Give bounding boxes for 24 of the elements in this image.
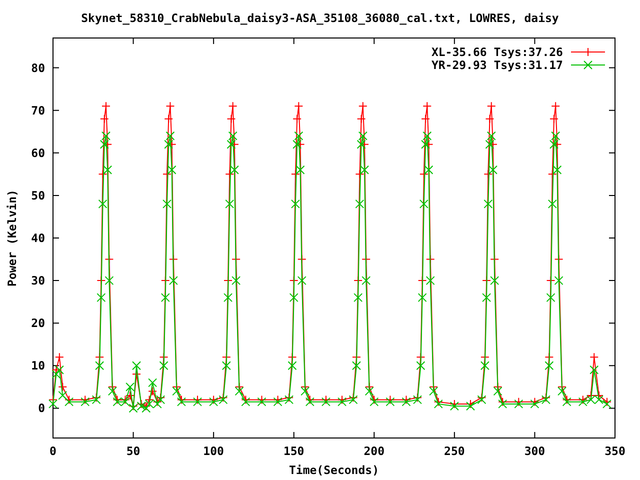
- x-tick-label: 50: [126, 444, 140, 458]
- y-axis-label: Power (Kelvin): [5, 190, 19, 286]
- y-tick-label: 0: [38, 401, 45, 416]
- x-axis-label: Time(Seconds): [289, 463, 379, 477]
- x-tick-label: 0: [50, 444, 56, 458]
- legend-label: YR-29.93 Tsys:31.17: [431, 58, 563, 72]
- x-tick-label: 100: [203, 444, 224, 458]
- y-tick-label: 30: [31, 274, 45, 288]
- legend-label: XL-35.66 Tsys:37.26: [431, 45, 563, 59]
- y-tick-label: 20: [31, 316, 45, 330]
- legend-line-icon: [570, 60, 606, 70]
- y-tick-label: 70: [31, 103, 45, 118]
- y-tick-label: 60: [31, 146, 45, 160]
- chart-title: Skynet_58310_CrabNebula_daisy3-ASA_35108_36080_cal.txt, LOWRES, daisy: [81, 11, 559, 25]
- x-tick-label: 250: [444, 444, 465, 458]
- x-tick-label: 300: [524, 444, 546, 458]
- x-tick-label: 200: [364, 444, 385, 458]
- x-tick-label: 150: [283, 444, 304, 458]
- y-tick-label: 40: [31, 231, 45, 245]
- y-tick-label: 80: [31, 60, 45, 75]
- y-tick-label: 10: [31, 358, 45, 373]
- legend-line-icon: [570, 48, 606, 56]
- x-tick-label: 350: [604, 444, 626, 458]
- y-tick-label: 50: [31, 188, 45, 202]
